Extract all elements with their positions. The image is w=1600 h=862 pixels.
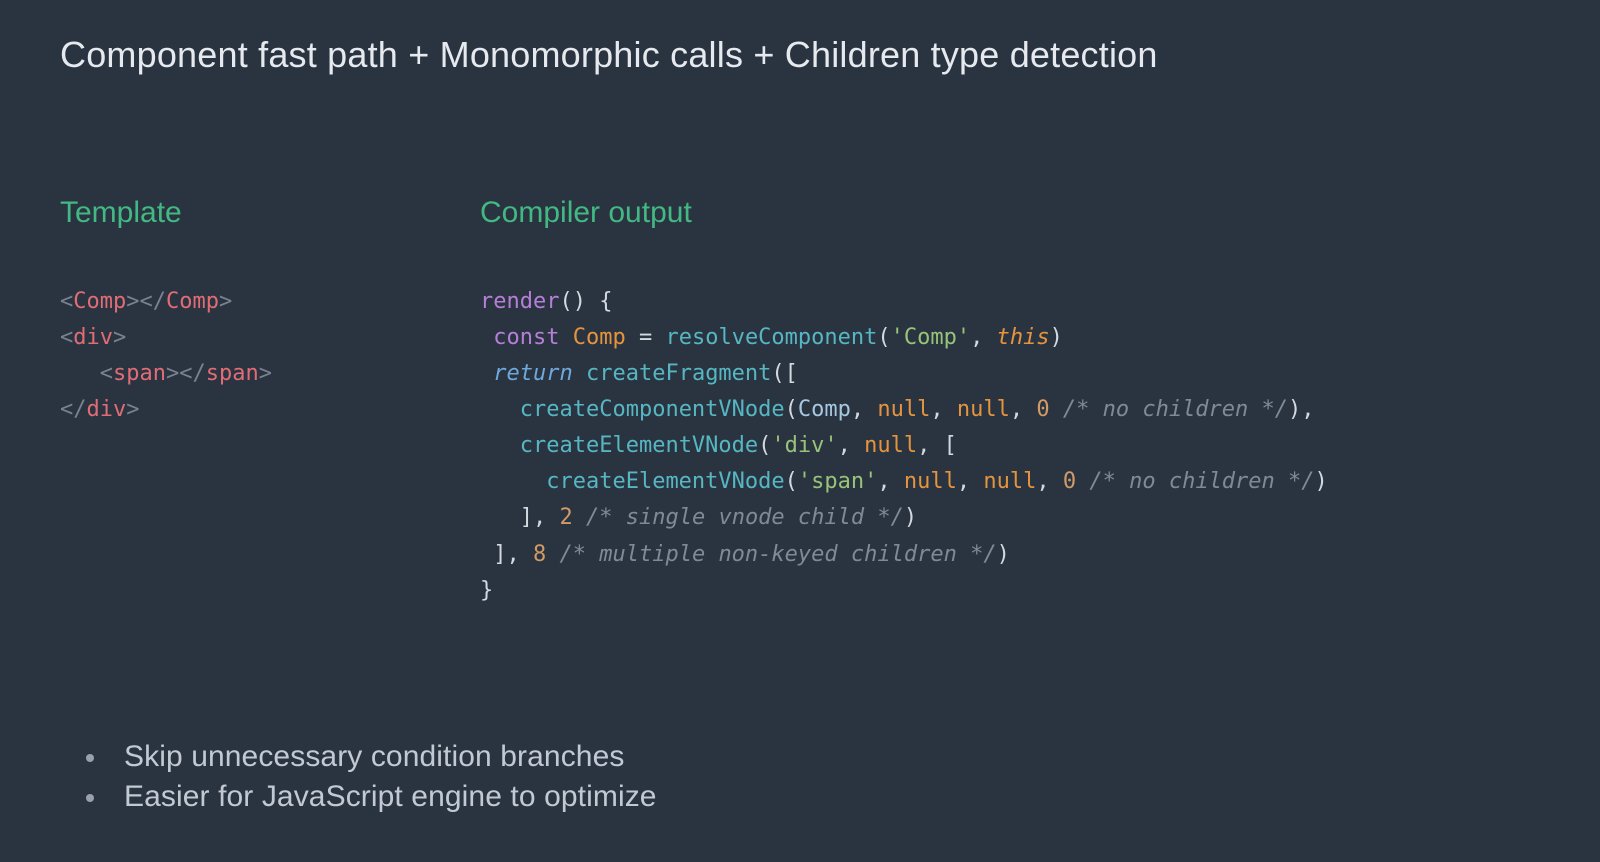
bullet-item: Easier for JavaScript engine to optimize: [80, 780, 657, 814]
compiler-section-label: Compiler output: [480, 196, 1540, 230]
columns: Template <Comp></Comp> <div> <span></spa…: [60, 196, 1540, 609]
compiler-column: Compiler output render() { const Comp = …: [480, 196, 1540, 609]
template-column: Template <Comp></Comp> <div> <span></spa…: [60, 196, 480, 428]
template-code: <Comp></Comp> <div> <span></span> </div>: [60, 284, 480, 428]
bullet-item: Skip unnecessary condition branches: [80, 740, 657, 774]
slide: Component fast path + Monomorphic calls …: [0, 0, 1600, 862]
compiler-code: render() { const Comp = resolveComponent…: [480, 284, 1540, 609]
slide-title: Component fast path + Monomorphic calls …: [60, 34, 1540, 76]
template-section-label: Template: [60, 196, 480, 230]
bullet-list: Skip unnecessary condition branches Easi…: [80, 734, 657, 820]
